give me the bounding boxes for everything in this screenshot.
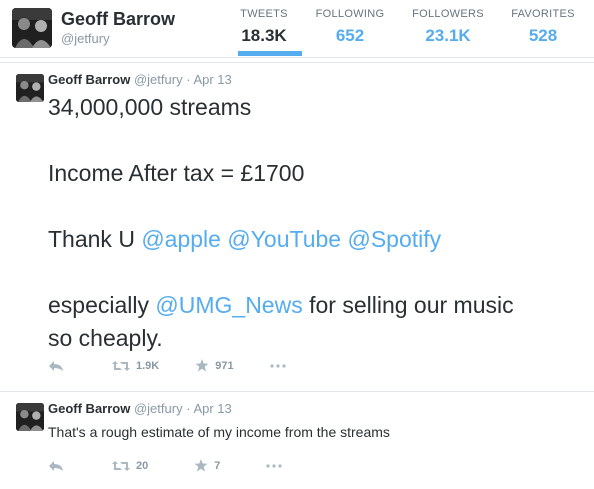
tweet-line: Thank U @apple @YouTube @Spotify bbox=[48, 223, 583, 256]
stat-following-label: FOLLOWING bbox=[315, 8, 385, 20]
mention-spotify[interactable]: @Spotify bbox=[347, 226, 441, 252]
reply-icon bbox=[49, 460, 63, 471]
favorite-count: 971 bbox=[215, 359, 234, 372]
mention-youtube[interactable]: @YouTube bbox=[227, 226, 341, 252]
tweet-avatar[interactable] bbox=[16, 403, 44, 431]
tweet-text-segment: especially bbox=[48, 292, 156, 318]
retweet-button[interactable]: 1.9K bbox=[112, 360, 159, 372]
reply-icon bbox=[49, 360, 63, 371]
tweet-separator: · bbox=[186, 401, 191, 416]
reply-button[interactable] bbox=[48, 460, 64, 472]
retweet-icon bbox=[112, 460, 130, 471]
favorite-button[interactable]: 971 bbox=[195, 359, 234, 372]
tweet-author-handle[interactable]: @jetfury bbox=[134, 401, 183, 416]
tweet-avatar[interactable] bbox=[16, 74, 44, 102]
tweet-text: 34,000,000 streams Income After tax = £1… bbox=[48, 91, 583, 355]
more-icon bbox=[270, 363, 286, 368]
stat-followers-value: 23.1K bbox=[425, 26, 471, 45]
retweet-button[interactable]: 20 bbox=[112, 460, 148, 472]
star-icon bbox=[195, 359, 209, 372]
tweet[interactable]: Geoff Barrow @jetfury · Apr 13 34,000,00… bbox=[0, 62, 594, 390]
stat-tweets[interactable]: TWEETS 18.3K bbox=[236, 8, 292, 46]
tweet-date[interactable]: Apr 13 bbox=[193, 72, 231, 87]
more-button[interactable] bbox=[266, 463, 282, 468]
active-tab-indicator bbox=[238, 51, 302, 56]
tweet-text-segment: for selling our music bbox=[302, 292, 514, 318]
stat-following[interactable]: FOLLOWING 652 bbox=[315, 8, 385, 46]
tweet-line: especially @UMG_News for selling our mus… bbox=[48, 289, 583, 322]
tweet-text-segment: Thank U bbox=[48, 226, 142, 252]
stat-favorites[interactable]: FAVORITES 528 bbox=[508, 8, 578, 46]
tweet-header: Geoff Barrow @jetfury · Apr 13 bbox=[48, 72, 232, 87]
tweet-line: Income After tax = £1700 bbox=[48, 160, 305, 186]
profile-handle: @jetfury bbox=[61, 31, 110, 46]
profile-header: Geoff Barrow @jetfury TWEETS 18.3K FOLLO… bbox=[0, 0, 594, 58]
tweet-text: That's a rough estimate of my income fro… bbox=[48, 424, 390, 440]
mention-umg-news[interactable]: @UMG_News bbox=[155, 292, 302, 318]
star-icon bbox=[194, 459, 208, 472]
stat-followers[interactable]: FOLLOWERS 23.1K bbox=[411, 8, 485, 46]
stat-following-value: 652 bbox=[335, 26, 365, 45]
more-icon bbox=[266, 463, 282, 468]
more-button[interactable] bbox=[270, 363, 286, 368]
tweet-actions: 1.9K 971 bbox=[48, 359, 312, 372]
mention-apple[interactable]: @apple bbox=[141, 226, 221, 252]
tweet-line: 34,000,000 streams bbox=[48, 94, 252, 120]
tweet-author-name[interactable]: Geoff Barrow bbox=[48, 401, 130, 416]
tweet-actions: 20 7 bbox=[48, 459, 308, 472]
stat-favorites-value: 528 bbox=[528, 26, 558, 45]
tweet-header: Geoff Barrow @jetfury · Apr 13 bbox=[48, 401, 232, 416]
stat-favorites-label: FAVORITES bbox=[511, 8, 575, 20]
retweet-count: 1.9K bbox=[136, 359, 160, 372]
tweet[interactable]: Geoff Barrow @jetfury · Apr 13 That's a … bbox=[0, 391, 594, 489]
favorite-button[interactable]: 7 bbox=[194, 459, 220, 472]
tweet-date[interactable]: Apr 13 bbox=[193, 401, 231, 416]
favorite-count: 7 bbox=[214, 459, 221, 472]
stat-tweets-value: 18.3K bbox=[241, 26, 287, 45]
retweet-icon bbox=[112, 360, 130, 371]
profile-name[interactable]: Geoff Barrow bbox=[61, 9, 175, 30]
stat-followers-label: FOLLOWERS bbox=[412, 8, 484, 20]
stat-tweets-label: TWEETS bbox=[240, 8, 288, 20]
tweet-line: so cheaply. bbox=[48, 325, 163, 351]
reply-button[interactable] bbox=[48, 360, 64, 372]
tweet-author-name[interactable]: Geoff Barrow bbox=[48, 72, 130, 87]
tweet-separator: · bbox=[186, 72, 191, 87]
profile-avatar[interactable] bbox=[12, 8, 52, 48]
retweet-count: 20 bbox=[136, 459, 149, 472]
tweet-author-handle[interactable]: @jetfury bbox=[134, 72, 183, 87]
